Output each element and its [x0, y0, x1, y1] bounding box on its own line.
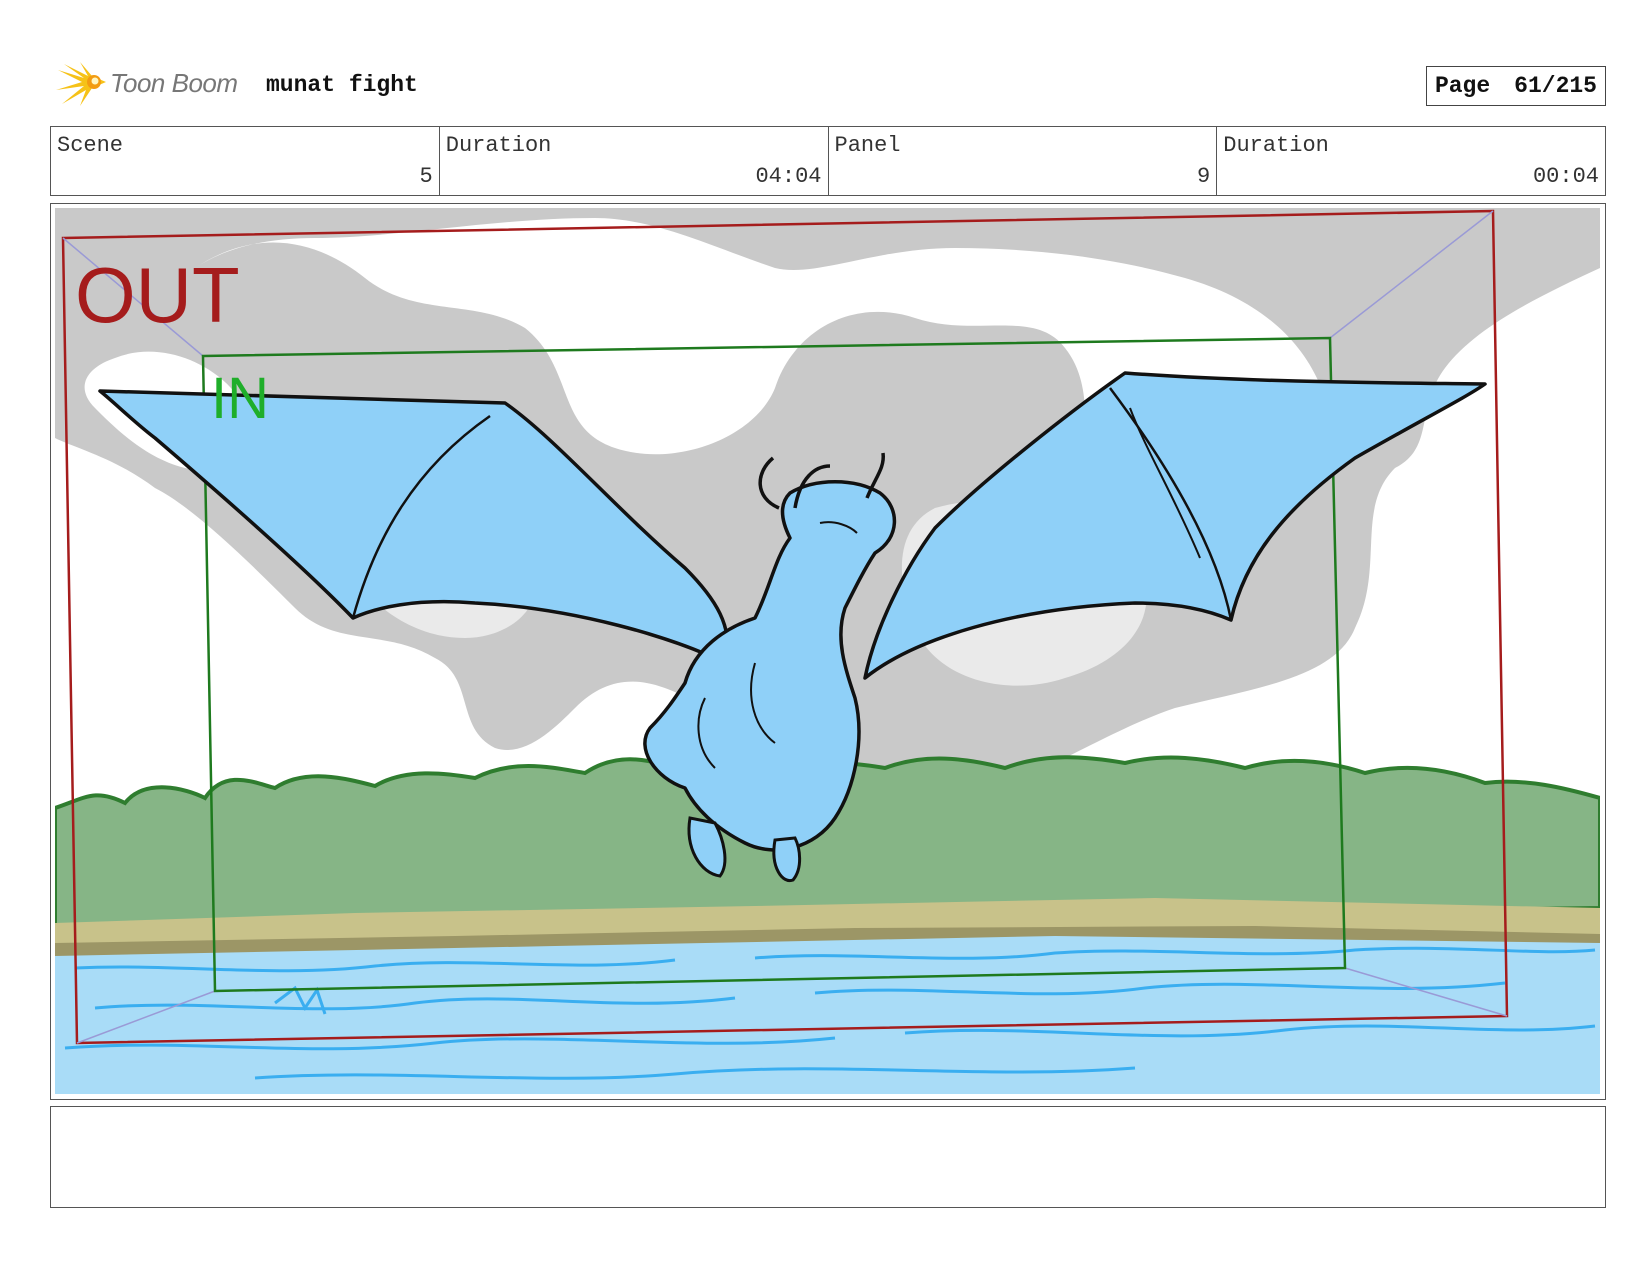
storyboard-panel: OUT IN — [50, 203, 1606, 1100]
starburst-icon — [56, 62, 106, 106]
panel-duration-cell: Duration 00:04 — [1217, 127, 1605, 195]
panel-info-table: Scene 5 Duration 04:04 Panel 9 Duration … — [50, 126, 1606, 196]
scene-cell: Scene 5 — [51, 127, 440, 195]
panel-duration-label: Duration — [1223, 133, 1329, 158]
scene-duration-label: Duration — [445, 133, 552, 158]
panel-drawing — [55, 208, 1600, 1094]
panel-label: Panel — [834, 133, 901, 158]
out-frame-label: OUT — [75, 251, 240, 339]
scene-duration-value: 04:04 — [755, 164, 822, 189]
brand-name: Toon Boom — [110, 68, 238, 98]
scene-duration-cell: Duration 04:04 — [440, 127, 829, 195]
panel-notes[interactable] — [50, 1106, 1606, 1208]
scene-value: 5 — [419, 164, 433, 189]
project-title: munat fight — [266, 72, 418, 98]
panel-duration-value: 00:04 — [1532, 164, 1599, 189]
panel-cell: Panel 9 — [829, 127, 1218, 195]
page-header: Toon Boom munat fight Page 61/215 — [50, 58, 1606, 108]
panel-value: 9 — [1197, 164, 1211, 189]
page-number: 61/215 — [1514, 73, 1597, 99]
page-label: Page — [1434, 73, 1491, 99]
page-indicator: Page 61/215 — [1425, 66, 1606, 106]
scene-label: Scene — [57, 133, 124, 158]
toon-boom-logo: Toon Boom — [54, 60, 254, 108]
in-frame-label: IN — [211, 366, 269, 431]
